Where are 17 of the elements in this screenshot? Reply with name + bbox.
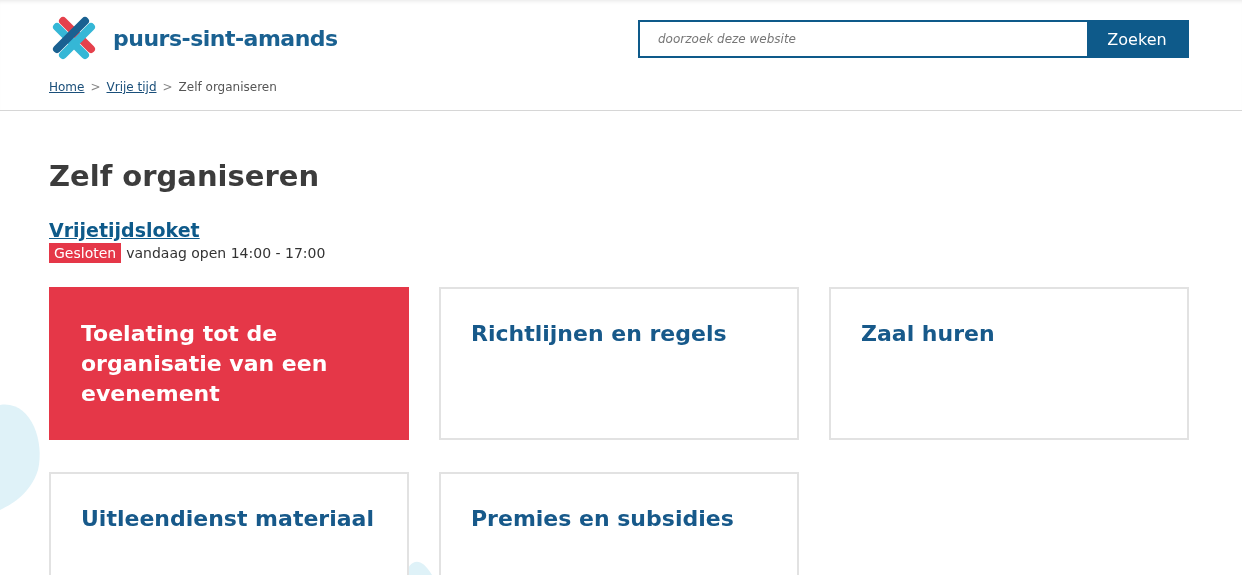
status-badge: Gesloten xyxy=(49,243,122,263)
breadcrumb-separator: > xyxy=(90,80,101,94)
category-tile[interactable]: Richtlijnen en regels xyxy=(439,287,799,440)
page-title: Zelf organiseren xyxy=(49,159,321,193)
breadcrumb-separator: > xyxy=(162,80,173,94)
search-field[interactable]: doorzoek deze website Zoeken xyxy=(638,20,1189,58)
breadcrumb-current: Zelf organiseren xyxy=(178,80,277,94)
category-tile[interactable]: Uitleendienst materiaal xyxy=(49,472,409,575)
breadcrumb-link[interactable]: Vrije tijd xyxy=(106,80,157,94)
category-tile[interactable]: Zaal huren xyxy=(829,287,1189,440)
category-tile[interactable]: Premies en subsidies xyxy=(439,472,799,575)
opening-hours: vandaag open 14:00 - 17:00 xyxy=(126,245,326,261)
breadcrumb-link[interactable]: Home xyxy=(49,80,85,94)
desk-link[interactable]: Vrijetijdsloket xyxy=(49,219,200,241)
search-button[interactable]: Zoeken xyxy=(1087,22,1187,56)
category-tile[interactable]: Toelating tot de organisatie van een evenement xyxy=(49,287,409,440)
logo-text[interactable]: puurs-sint-amands xyxy=(113,25,338,51)
